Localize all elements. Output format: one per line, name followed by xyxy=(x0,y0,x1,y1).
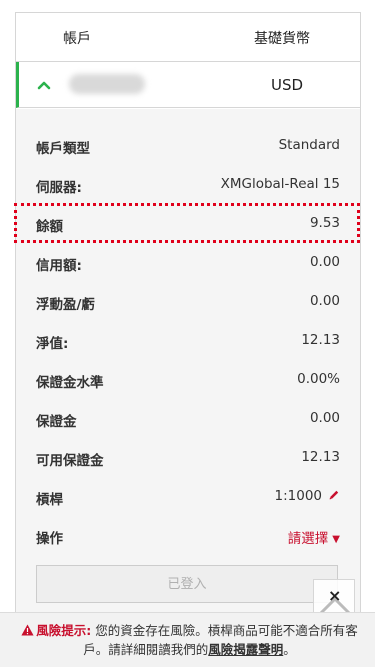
chevron-up-icon[interactable] xyxy=(37,78,51,92)
risk-warning-bar: 風險提示: 您的資金存在風險。槓桿商品可能不適合所有客戶。請詳細閱讀我們的風險揭… xyxy=(0,612,375,667)
detail-label: 帳戶類型 xyxy=(36,141,90,157)
pencil-icon[interactable] xyxy=(328,489,340,501)
warning-icon xyxy=(21,624,34,636)
logged-in-button[interactable]: 已登入 xyxy=(36,565,338,603)
detail-value: 0.00% xyxy=(297,371,340,387)
detail-value: 0.00 xyxy=(309,410,340,426)
leverage-value[interactable]: 1:1000 xyxy=(275,488,341,504)
table-header: 帳戶 基礎貨幣 xyxy=(16,13,360,62)
currency-column-header: 基礎貨幣 xyxy=(254,31,310,47)
detail-row-balance: 餘額 9.53 xyxy=(36,213,340,237)
detail-row-floating-pl: 浮動盈/虧 0.00 xyxy=(36,291,340,315)
detail-label: 保證金水準 xyxy=(36,375,104,391)
detail-value: 12.13 xyxy=(301,332,340,348)
detail-label: 操作 xyxy=(36,531,63,547)
detail-row-free-margin: 可用保證金 12.13 xyxy=(36,447,340,471)
detail-row-credit: 信用額: 0.00 xyxy=(36,252,340,276)
actions-dropdown-label: 請選擇 xyxy=(287,531,329,547)
detail-value: 0.00 xyxy=(309,254,340,270)
account-column-header: 帳戶 xyxy=(63,31,91,47)
detail-value: 12.13 xyxy=(301,449,340,465)
detail-value: 0.00 xyxy=(309,293,340,309)
detail-row-margin-level: 保證金水準 0.00% xyxy=(36,369,340,393)
account-row[interactable]: USD xyxy=(16,62,360,108)
detail-label: 可用保證金 xyxy=(36,453,104,469)
detail-label: 浮動盈/虧 xyxy=(36,297,95,313)
risk-label: 風險提示: xyxy=(36,623,92,638)
detail-label: 餘額 xyxy=(36,219,63,235)
account-card: 帳戶 基礎貨幣 USD 帳戶類型 Standard 伺服器: XMGlobal-… xyxy=(15,12,361,653)
detail-value: Standard xyxy=(278,137,340,153)
detail-row-server: 伺服器: XMGlobal-Real 15 xyxy=(36,174,340,198)
detail-label: 保證金 xyxy=(36,414,77,430)
caret-down-icon: ▼ xyxy=(332,534,340,545)
detail-row-account-type: 帳戶類型 Standard xyxy=(36,135,340,159)
detail-row-margin: 保證金 0.00 xyxy=(36,408,340,432)
account-number-redacted xyxy=(69,74,145,94)
risk-text-end: 。 xyxy=(283,642,296,657)
detail-value: 1:1000 xyxy=(274,488,323,504)
detail-value: 9.53 xyxy=(309,215,340,231)
detail-label: 槓桿 xyxy=(36,492,63,508)
actions-dropdown[interactable]: 請選擇 ▼ xyxy=(288,527,340,547)
account-currency: USD xyxy=(271,76,304,94)
risk-disclosure-link[interactable]: 風險揭露聲明 xyxy=(208,642,283,657)
detail-label: 淨值: xyxy=(36,336,69,352)
detail-row-equity: 淨值: 12.13 xyxy=(36,330,340,354)
close-icon[interactable]: × xyxy=(328,586,341,605)
page: 帳戶 基礎貨幣 USD 帳戶類型 Standard 伺服器: XMGlobal-… xyxy=(0,0,375,667)
detail-label: 信用額: xyxy=(36,258,82,274)
detail-label: 伺服器: xyxy=(36,180,82,196)
detail-value: XMGlobal-Real 15 xyxy=(220,176,340,192)
detail-row-actions: 操作 請選擇 ▼ xyxy=(36,525,340,549)
detail-row-leverage: 槓桿 1:1000 xyxy=(36,486,340,510)
